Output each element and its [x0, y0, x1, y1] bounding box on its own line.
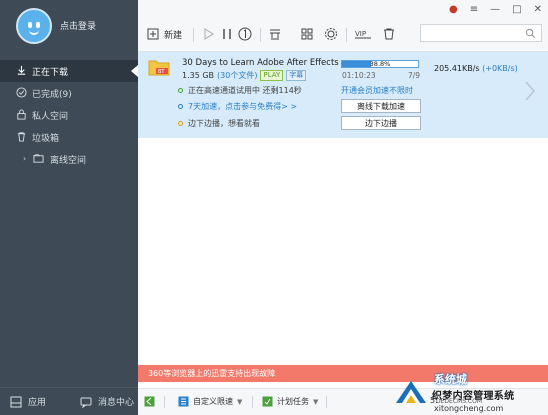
collapse-button[interactable] [144, 396, 155, 407]
plus-doc-icon [147, 28, 159, 40]
cloud-folder-icon [33, 154, 44, 163]
check-circle-icon [16, 87, 27, 98]
sidebar-footer: 应用 消息中心 [0, 387, 138, 415]
plan-task-icon [262, 396, 273, 407]
sidebar-item-trash[interactable]: 垃圾箱 [0, 126, 138, 148]
delete-button[interactable] [382, 26, 396, 42]
gear-icon [325, 28, 337, 40]
sidebar-item-downloading[interactable]: 正在下载 [0, 60, 138, 82]
sidebar-item-label: 私人空间 [32, 111, 69, 122]
speed-value: 205.41KB/s [434, 64, 480, 73]
sidebar-item-label: 已完成(9) [32, 89, 72, 100]
speed-mode-button[interactable]: 自定义限速 ▼ [178, 396, 242, 407]
watermark-logo-icon [396, 381, 426, 403]
task-files[interactable]: (30个文件) [217, 70, 257, 81]
play-icon [204, 28, 214, 40]
watermark: 系统城 织梦内容管理系统 xitongcheng.com DEDECMS.COM [394, 367, 544, 413]
task-name: 30 Days to Learn Adobe After Effects [182, 58, 339, 68]
sidebar: 点击登录 正在下载 已完成(9) 私人空间 垃圾箱 › 离线空间 应用 消息中心 [0, 0, 138, 415]
sidebar-item-completed[interactable]: 已完成(9) [0, 82, 138, 104]
new-task-button[interactable]: 新建 [146, 26, 182, 42]
apps-button[interactable]: 应用 [10, 395, 46, 408]
upload-speed: (+0KB/s) [482, 64, 518, 73]
download-speed: 205.41KB/s (+0KB/s) [434, 64, 518, 73]
apps-icon [10, 396, 22, 407]
bt-folder-icon: BT [148, 60, 170, 76]
status-line-trial: 正在高速通道试用中 还剩114秒 [178, 85, 302, 96]
speed-limit-icon [270, 29, 280, 40]
trash-icon [17, 132, 26, 142]
pause-button[interactable] [220, 26, 234, 42]
progress-bar: 38.8% [341, 60, 419, 68]
chevron-down-icon: ▼ [313, 397, 319, 406]
subtitle-badge[interactable]: 字幕 [286, 70, 307, 81]
progress-text: 38.8% [369, 60, 391, 68]
status-line-play: 边下边播，想看就看 [178, 118, 260, 129]
vip-icon: VIP [355, 30, 371, 39]
status-line-promo[interactable]: 7天加速，点击参与免费得> > [178, 101, 297, 112]
close-icon[interactable]: ✕ [534, 4, 542, 15]
sidebar-item-label: 离线空间 [50, 155, 87, 166]
skin-icon[interactable]: ● [449, 4, 458, 15]
apps-label: 应用 [28, 398, 47, 408]
expand-arrow-icon[interactable]: › [23, 154, 26, 163]
watermark-title: 系统城 [434, 373, 467, 386]
vip-button[interactable]: VIP [354, 26, 372, 42]
play-badge[interactable]: PLAY [260, 70, 284, 81]
avatar[interactable] [16, 8, 52, 44]
maximize-icon[interactable]: □ [512, 4, 521, 15]
priority-button[interactable] [238, 26, 252, 42]
time-remaining: 01:10:23 [342, 71, 376, 80]
speed-limit-button[interactable] [268, 26, 282, 42]
search-icon [525, 28, 535, 38]
chevron-down-icon: ▼ [237, 397, 243, 406]
plan-task-button[interactable]: 计划任务 ▼ [262, 396, 318, 407]
grid-icon [301, 28, 313, 40]
new-task-label: 新建 [164, 30, 183, 41]
login-link[interactable]: 点击登录 [60, 19, 96, 32]
speed-mode-icon [178, 396, 189, 407]
play-while-download-button[interactable]: 边下边播 [341, 116, 421, 130]
message-center-label: 消息中心 [98, 398, 135, 408]
collapse-icon [144, 396, 155, 407]
watermark-url: xitongcheng.com [434, 404, 504, 413]
start-button[interactable] [201, 26, 215, 42]
watermark-dedecms-url: DEDECMS.COM [436, 398, 482, 405]
svg-text:BT: BT [158, 69, 165, 75]
search-input[interactable] [420, 24, 542, 42]
grid-button[interactable] [300, 26, 314, 42]
sidebar-nav: 正在下载 已完成(9) 私人空间 垃圾箱 › 离线空间 [0, 60, 138, 170]
sidebar-item-private[interactable]: 私人空间 [0, 104, 138, 126]
sidebar-item-label: 垃圾箱 [32, 133, 60, 144]
main-toolbar: ● ≡ — □ ✕ 新建 VIP [138, 0, 548, 52]
one-clock-icon [238, 27, 252, 41]
settings-button[interactable] [324, 26, 338, 42]
task-size: 1.35 GB [182, 71, 215, 80]
window-controls: ● ≡ — □ ✕ [449, 4, 542, 15]
vip-link[interactable]: 开通会员加速不限时 [341, 85, 413, 96]
chevron-right-icon[interactable] [524, 80, 536, 102]
sidebar-item-label: 正在下载 [32, 67, 69, 78]
download-arrow-icon [17, 65, 26, 75]
minimize-icon[interactable]: — [490, 4, 500, 15]
trial-text: 正在高速通道试用中 还剩114秒 [188, 86, 302, 95]
pieces-count: 7/9 [408, 71, 421, 80]
message-center-button[interactable]: 消息中心 [80, 395, 134, 408]
menu-icon[interactable]: ≡ [470, 4, 478, 15]
trash-icon [384, 28, 394, 40]
sidebar-item-offline[interactable]: › 离线空间 [0, 148, 138, 170]
pause-icon [223, 29, 231, 39]
plan-task-label: 计划任务 [277, 397, 309, 406]
task-meta: 1.35 GB (30个文件) PLAY 字幕 [182, 70, 307, 81]
play-hint: 边下边播，想看就看 [188, 119, 260, 128]
download-task-row[interactable]: BT 30 Days to Learn Adobe After Effects … [138, 52, 548, 138]
offline-accelerate-button[interactable]: 离线下载加速 [341, 99, 421, 113]
lock-icon [17, 109, 26, 120]
svg-text:VIP: VIP [355, 30, 366, 38]
message-icon [80, 397, 92, 408]
speed-mode-label: 自定义限速 [193, 397, 233, 406]
promo-link[interactable]: 7天加速，点击参与免费得> > [188, 101, 297, 112]
